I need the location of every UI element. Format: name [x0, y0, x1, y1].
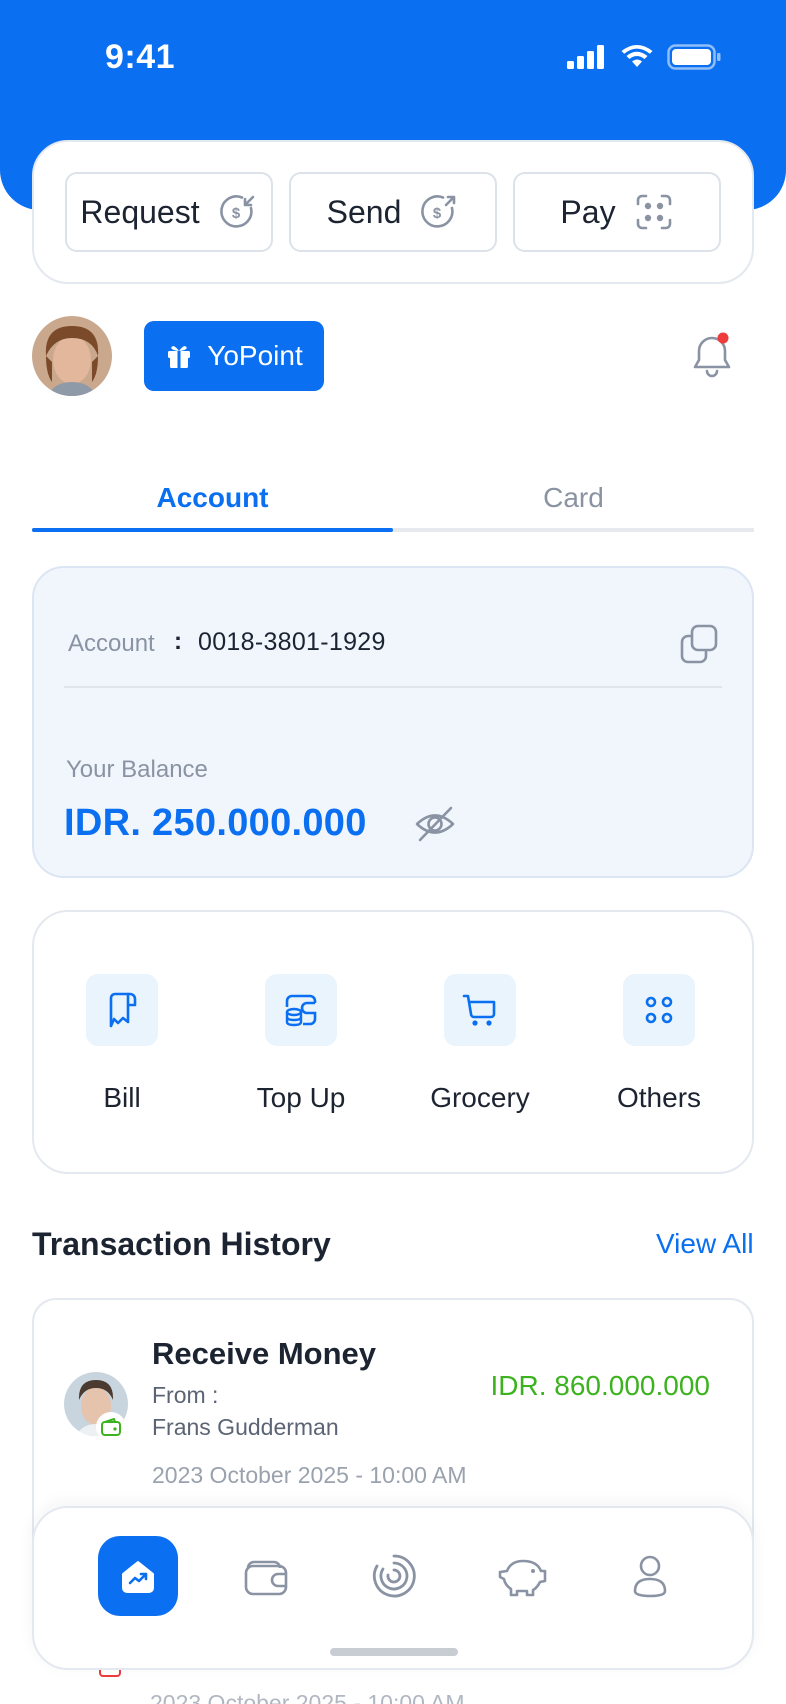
dollar-send-icon: $	[421, 195, 456, 228]
user-avatar[interactable]	[32, 316, 112, 396]
home-indicator	[330, 1648, 458, 1656]
nav-wallet[interactable]	[226, 1536, 306, 1616]
cart-icon	[462, 994, 496, 1026]
menu-item-others[interactable]: Others	[577, 974, 737, 1124]
pay-button[interactable]: Pay	[513, 172, 721, 252]
others-icon-box	[623, 974, 695, 1046]
grocery-icon-box	[444, 974, 516, 1046]
user-icon	[633, 1555, 667, 1598]
coins-wallet-icon	[285, 994, 317, 1027]
transaction-from-label: From :	[152, 1382, 219, 1408]
gift-icon	[168, 346, 191, 368]
transaction-sender-name: Frans Gudderman	[152, 1414, 339, 1440]
transaction-amount: IDR. 860.000.000	[490, 1370, 711, 1401]
nav-activity[interactable]	[354, 1536, 434, 1616]
transaction-date-partial: 2023 October 2025 - 10:00 AM	[150, 1690, 465, 1704]
menu-label-top-up: Top Up	[256, 1082, 346, 1113]
send-label: Send	[326, 193, 402, 230]
menu-label-grocery: Grocery	[430, 1082, 530, 1113]
request-button[interactable]: Request $	[65, 172, 273, 252]
tab-active-indicator	[32, 528, 393, 532]
status-icons	[567, 44, 721, 70]
transaction-history-title: Transaction History	[32, 1226, 331, 1262]
notification-button[interactable]	[690, 330, 738, 382]
menu-item-bill[interactable]: Bill	[40, 974, 200, 1124]
avatar-image	[32, 316, 112, 396]
hide-balance-button[interactable]	[414, 804, 456, 844]
svg-text:$: $	[231, 205, 240, 222]
nav-profile[interactable]	[610, 1536, 690, 1616]
wallet-icon	[244, 1560, 288, 1596]
services-menu-card: Bill Top Up Grocery Others	[32, 910, 754, 1174]
menu-label-bill: Bill	[103, 1082, 141, 1113]
scan-icon	[636, 194, 671, 230]
tab-card[interactable]: Card	[393, 470, 754, 530]
svg-text:$: $	[433, 205, 442, 222]
wallet-badge-icon	[101, 1418, 121, 1436]
status-time: 9:41	[105, 38, 176, 76]
transaction-date: 2023 October 2025 - 10:00 AM	[152, 1462, 467, 1488]
nav-savings[interactable]	[482, 1536, 562, 1616]
wallet-badge	[96, 1412, 126, 1442]
wifi-icon	[621, 45, 653, 67]
view-all-link[interactable]: View All	[656, 1228, 754, 1260]
top-up-icon-box	[265, 974, 337, 1046]
account-label: Account	[68, 630, 155, 657]
menu-item-grocery[interactable]: Grocery	[398, 974, 558, 1124]
send-button[interactable]: Send $	[289, 172, 497, 252]
grid-dots-icon	[645, 996, 673, 1024]
eye-off-icon	[415, 806, 455, 842]
copy-button[interactable]	[680, 624, 718, 664]
battery-icon	[667, 44, 721, 70]
receipt-icon	[109, 992, 137, 1028]
account-divider	[64, 686, 722, 688]
menu-item-top-up[interactable]: Top Up	[219, 974, 379, 1124]
menu-label-others: Others	[616, 1082, 702, 1113]
transaction-title: Receive Money	[152, 1336, 376, 1371]
account-separator: :	[174, 628, 182, 655]
account-tabs: Account Card	[32, 470, 754, 534]
yopoint-label: YoPoint	[207, 340, 303, 371]
request-label: Request	[80, 193, 200, 230]
piggy-bank-icon	[498, 1559, 547, 1597]
quick-actions-card: Request $ Send $ Pay	[32, 140, 754, 284]
copy-icon	[680, 624, 718, 664]
pay-label: Pay	[560, 193, 616, 230]
dollar-receive-icon: $	[219, 195, 254, 228]
nav-home[interactable]	[98, 1536, 178, 1616]
balance-value: IDR. 250.000.000	[64, 802, 367, 844]
activity-ring-icon	[372, 1554, 416, 1598]
bill-icon-box	[86, 974, 158, 1046]
yopoint-button[interactable]: YoPoint	[144, 321, 324, 391]
home-chart-icon	[122, 1561, 154, 1593]
cellular-signal-icon	[567, 45, 604, 69]
account-number: 0018-3801-1929	[198, 628, 386, 656]
balance-label: Your Balance	[66, 756, 208, 783]
tab-account[interactable]: Account	[32, 470, 393, 530]
bottom-navigation	[32, 1506, 754, 1670]
bell-icon	[693, 332, 731, 378]
account-card: Account : 0018-3801-1929 Your Balance ID…	[32, 566, 754, 878]
